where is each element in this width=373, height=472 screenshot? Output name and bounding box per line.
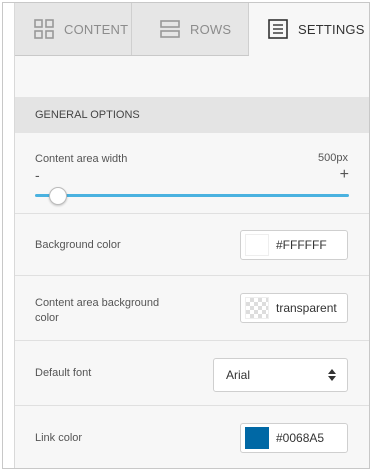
decrease-icon[interactable]: - — [35, 167, 40, 183]
slider-track[interactable] — [35, 194, 349, 197]
link-color-value: #0068A5 — [276, 431, 325, 445]
tab-bar: CONTENT ROWS SETTINGS — [15, 3, 369, 56]
background-color-picker[interactable]: #FFFFFF — [240, 230, 348, 260]
tab-content[interactable]: CONTENT — [15, 3, 132, 55]
content-bg-color-row: Content area background color transparen… — [15, 276, 369, 341]
link-color-row: Link color #0068A5 — [15, 406, 369, 468]
default-font-value: Arial — [226, 368, 251, 382]
document-icon — [267, 18, 289, 40]
content-width-value: 500px — [318, 152, 348, 164]
default-font-label: Default font — [35, 367, 92, 379]
tab-rows[interactable]: ROWS — [132, 3, 249, 55]
section-title: GENERAL OPTIONS — [35, 109, 140, 121]
background-color-row: Background color #FFFFFF — [15, 214, 369, 276]
default-font-select[interactable]: Arial — [213, 358, 348, 392]
transparent-swatch — [245, 297, 269, 319]
slider-handle[interactable] — [49, 187, 67, 205]
tab-rows-label: ROWS — [190, 21, 232, 37]
content-width-label: Content area width — [35, 153, 128, 165]
background-color-value: #FFFFFF — [276, 238, 327, 252]
background-color-label: Background color — [35, 239, 121, 251]
rows-icon — [159, 18, 181, 40]
section-header: GENERAL OPTIONS — [15, 97, 369, 133]
background-color-swatch — [245, 234, 269, 256]
link-color-picker[interactable]: #0068A5 — [240, 423, 348, 453]
sort-arrows-icon — [328, 368, 336, 382]
tab-settings[interactable]: SETTINGS — [249, 3, 369, 56]
settings-panel-frame: CONTENT ROWS SETTINGS GENERAL OPTIONS Co… — [2, 2, 370, 469]
tab-settings-label: SETTINGS — [298, 21, 365, 37]
default-font-row: Default font Arial — [15, 341, 369, 406]
settings-panel: GENERAL OPTIONS Content area width 500px… — [15, 56, 369, 468]
link-color-swatch — [245, 427, 269, 449]
content-width-row: Content area width 500px - + — [15, 133, 369, 214]
tab-content-label: CONTENT — [64, 21, 129, 37]
content-bg-color-value: transparent — [276, 301, 337, 315]
content-bg-color-picker[interactable]: transparent — [240, 293, 348, 323]
link-color-label: Link color — [35, 432, 83, 444]
grid-icon — [33, 18, 55, 40]
increase-icon[interactable]: + — [340, 166, 349, 184]
content-bg-color-label: Content area background color — [35, 297, 160, 324]
